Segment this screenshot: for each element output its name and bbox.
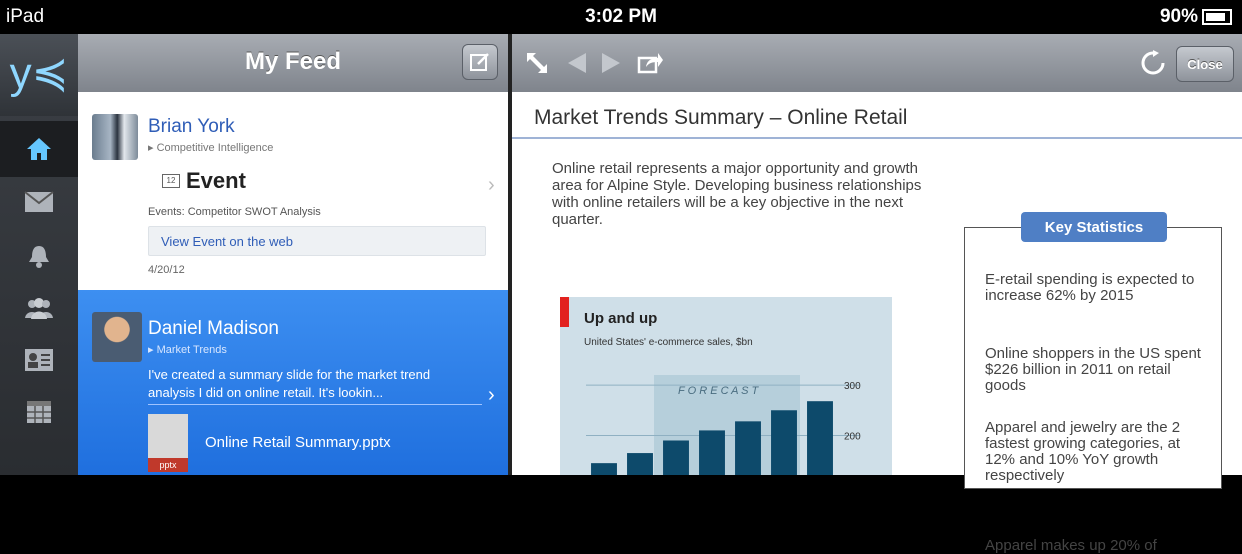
bar (663, 440, 689, 475)
bar (771, 410, 797, 475)
bar (699, 430, 725, 475)
post-message: I've created a summary slide for the mar… (148, 367, 431, 400)
feed-title: My Feed (244, 48, 342, 75)
battery-icon (1202, 9, 1232, 25)
divider (148, 404, 482, 405)
fullscreen-icon[interactable] (524, 50, 550, 81)
author-name[interactable]: Brian York (148, 116, 235, 138)
ecommerce-chart: Up and up United States' e-commerce sale… (560, 297, 892, 475)
feed-panel: My Feed Brian York ▸ Competitive Intelli… (78, 34, 512, 475)
battery-percent: 90% (1159, 6, 1198, 27)
view-event-label: View Event on the web (161, 234, 294, 249)
bar-chart: 100200300 (586, 381, 861, 475)
groups-icon[interactable] (0, 281, 78, 337)
group-name: Competitive Intelligence (156, 142, 274, 154)
app-logo[interactable]: y≼ (0, 34, 78, 116)
stat-item: Apparel makes up 20% of (985, 537, 1157, 554)
group-label[interactable]: ▸ Market Trends (148, 343, 227, 356)
title-underline (512, 137, 1242, 139)
avatar (92, 312, 142, 362)
directory-icon[interactable] (0, 332, 78, 388)
compose-button[interactable] (462, 44, 498, 80)
pptx-file-icon[interactable]: pptx (148, 414, 188, 472)
event-type: Event (186, 168, 246, 193)
stat-item: Online shoppers in the US spent $226 bil… (985, 345, 1201, 394)
calendar-icon: 12 (162, 174, 180, 188)
group-name: Market Trends (156, 344, 227, 356)
document-viewer: Close Market Trends Summary – Online Ret… (512, 34, 1242, 554)
feed-item-selected[interactable]: Daniel Madison ▸ Market Trends I've crea… (78, 290, 508, 475)
messages-icon[interactable] (0, 174, 78, 230)
author-name[interactable]: Daniel Madison (148, 318, 279, 340)
close-button[interactable]: Close (1176, 46, 1234, 82)
bar (627, 453, 653, 475)
home-icon[interactable] (0, 121, 78, 177)
stat-item: Apparel and jewelry are the 2 fastest gr… (985, 419, 1181, 484)
document-page: Market Trends Summary – Online Retail On… (512, 92, 1242, 554)
sidebar: y≼ (0, 34, 78, 475)
apps-grid-icon[interactable] (0, 384, 78, 440)
feed-header: My Feed (78, 34, 508, 93)
key-statistics-box: Key Statistics E-retail spending is expe… (964, 212, 1222, 554)
attachment-name[interactable]: Online Retail Summary.pptx (205, 434, 391, 451)
post-date: 4/20/12 (148, 264, 185, 276)
battery-indicator: 90% (1160, 6, 1232, 28)
status-bar: iPad 3:02 PM 90% (0, 0, 1242, 34)
share-icon[interactable] (636, 50, 664, 81)
document-toolbar: Close (512, 34, 1242, 93)
chevron-right-icon: › (488, 174, 495, 196)
event-description: Events: Competitor SWOT Analysis (148, 206, 321, 218)
file-extension: pptx (148, 458, 188, 472)
bar (591, 463, 617, 475)
bar (735, 421, 761, 475)
chevron-right-icon: › (488, 384, 495, 406)
key-statistics-title: Key Statistics (1021, 212, 1167, 242)
bar (807, 401, 833, 475)
group-label[interactable]: ▸ Competitive Intelligence (148, 141, 273, 154)
stat-item: E-retail spending is expected to increas… (985, 271, 1195, 304)
clock: 3:02 PM (585, 6, 657, 27)
y-tick-label: 200 (844, 431, 861, 442)
y-tick-label: 300 (844, 381, 861, 392)
document-title: Market Trends Summary – Online Retail (534, 106, 908, 129)
avatar (92, 114, 138, 160)
feed-item-event[interactable]: Brian York ▸ Competitive Intelligence 12… (78, 92, 508, 291)
intro-paragraph: Online retail represents a major opportu… (552, 160, 922, 228)
view-event-link[interactable]: View Event on the web (148, 226, 486, 256)
event-heading: 12 Event (162, 168, 246, 194)
compose-icon (470, 53, 489, 71)
back-arrow-icon[interactable] (564, 50, 590, 81)
notifications-icon[interactable] (0, 228, 78, 284)
refresh-icon[interactable] (1140, 50, 1166, 81)
forward-arrow-icon[interactable] (598, 50, 624, 81)
